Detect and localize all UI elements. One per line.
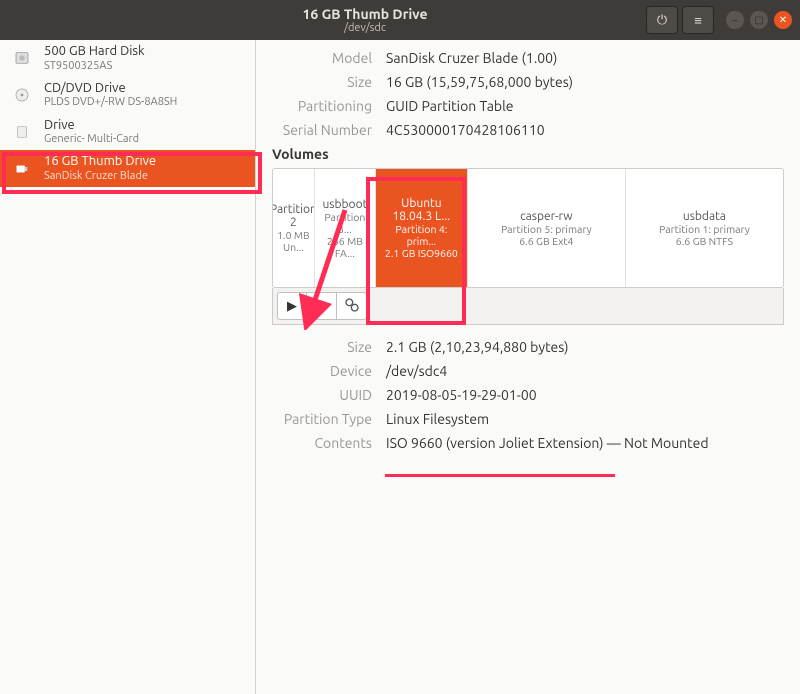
sidebar-item-card-reader[interactable]: Drive Generic- Multi-Card: [0, 114, 255, 151]
mount-button[interactable]: ▶: [277, 292, 307, 320]
label-model: Model: [272, 50, 372, 66]
value-serial: 4C530000170428106110: [386, 122, 545, 138]
partition-options-button[interactable]: [337, 292, 367, 320]
partition-info2: 2.1 GB ISO9660: [385, 247, 458, 259]
hamburger-icon: ≡: [694, 13, 702, 28]
partition-info: Partition 4: prim...: [380, 223, 463, 247]
partition-usbdata[interactable]: usbdata Partition 1: primary 6.6 GB NTFS: [625, 169, 783, 287]
label-part-uuid: UUID: [272, 387, 372, 403]
label-part-type: Partition Type: [272, 411, 372, 427]
volumes-heading: Volumes: [272, 146, 784, 162]
power-button[interactable]: ⏻: [646, 6, 678, 34]
window-minimize[interactable]: –: [726, 11, 744, 29]
partition-ubuntu[interactable]: Ubuntu 18.04.3 L... Partition 4: prim...…: [375, 169, 467, 287]
card-reader-icon: [8, 118, 36, 146]
device-name: 500 GB Hard Disk: [44, 44, 247, 60]
label-part-device: Device: [272, 363, 372, 379]
hdd-icon: [8, 44, 36, 72]
device-sub: PLDS DVD+/-RW DS-8A8SH: [44, 96, 247, 109]
thumb-drive-icon: [8, 155, 36, 183]
partition-name: usbboot: [322, 198, 367, 211]
device-name: 16 GB Thumb Drive: [44, 154, 247, 170]
power-icon: ⏻: [657, 13, 667, 28]
device-sidebar: 500 GB Hard Disk ST9500325AS CD/DVD Driv…: [0, 40, 256, 694]
partition-info: Partition 5: primary: [501, 223, 592, 235]
titlebar: 16 GB Thumb Drive /dev/sdc ⏻ ≡ – ▢ ✕: [0, 0, 800, 40]
label-size: Size: [272, 74, 372, 90]
partition-2[interactable]: Partition 2 1.0 MB Un...: [273, 169, 314, 287]
value-part-size: 2.1 GB (2,10,23,94,880 bytes): [386, 339, 569, 355]
sidebar-item-hdd[interactable]: 500 GB Hard Disk ST9500325AS: [0, 40, 255, 77]
window-subtitle: /dev/sdc: [88, 22, 642, 35]
partition-name: casper-rw: [520, 210, 572, 223]
play-icon: ▶: [287, 299, 297, 314]
window-title: 16 GB Thumb Drive: [88, 6, 642, 22]
window-close[interactable]: ✕: [774, 11, 792, 29]
device-sub: SanDisk Cruzer Blade: [44, 170, 247, 183]
label-serial: Serial Number: [272, 122, 372, 138]
partition-info: 1.0 MB Un...: [277, 229, 310, 253]
value-model: SanDisk Cruzer Blade (1.00): [386, 50, 557, 66]
disc-icon: [8, 81, 36, 109]
window-maximize[interactable]: ▢: [750, 11, 768, 29]
value-part-contents: ISO 9660 (version Joliet Extension) — No…: [386, 435, 709, 451]
label-partitioning: Partitioning: [272, 98, 372, 114]
drive-menu-button[interactable]: ≡: [682, 6, 714, 34]
partition-map: Partition 2 1.0 MB Un... usbboot Partiti…: [272, 168, 784, 288]
partition-info2: 6.6 GB Ext4: [519, 235, 573, 247]
sidebar-item-optical[interactable]: CD/DVD Drive PLDS DVD+/-RW DS-8A8SH: [0, 77, 255, 114]
gears-icon: [344, 297, 360, 316]
partition-usbboot[interactable]: usbboot Partition 3... 256 MB FA...: [314, 169, 375, 287]
content-pane: Model SanDisk Cruzer Blade (1.00) Size 1…: [256, 40, 800, 694]
partition-info: Partition 1: primary: [659, 223, 750, 235]
partition-name: usbdata: [683, 210, 726, 223]
device-name: Drive: [44, 118, 247, 134]
value-part-uuid: 2019-08-05-19-29-01-00: [386, 387, 537, 403]
label-part-size: Size: [272, 339, 372, 355]
value-part-type: Linux Filesystem: [386, 411, 489, 427]
value-part-device: /dev/sdc4: [386, 363, 447, 379]
partition-name: Partition 2: [273, 203, 314, 229]
partition-info: Partition 3...: [319, 211, 371, 235]
volume-toolbar: ▶ −: [272, 288, 784, 325]
sidebar-item-thumb-drive[interactable]: 16 GB Thumb Drive SanDisk Cruzer Blade: [0, 150, 255, 187]
value-partitioning: GUID Partition Table: [386, 98, 513, 114]
value-size: 16 GB (15,59,75,68,000 bytes): [386, 74, 573, 90]
partition-name: Ubuntu 18.04.3 L...: [380, 197, 463, 223]
partition-info2: 256 MB FA...: [319, 235, 371, 259]
delete-partition-button[interactable]: −: [307, 292, 337, 320]
device-sub: ST9500325AS: [44, 60, 247, 73]
partition-info2: 6.6 GB NTFS: [676, 235, 733, 247]
partition-casper-rw[interactable]: casper-rw Partition 5: primary 6.6 GB Ex…: [467, 169, 625, 287]
label-part-contents: Contents: [272, 435, 372, 451]
device-sub: Generic- Multi-Card: [44, 133, 247, 146]
minus-icon: −: [318, 299, 325, 313]
device-name: CD/DVD Drive: [44, 81, 247, 97]
